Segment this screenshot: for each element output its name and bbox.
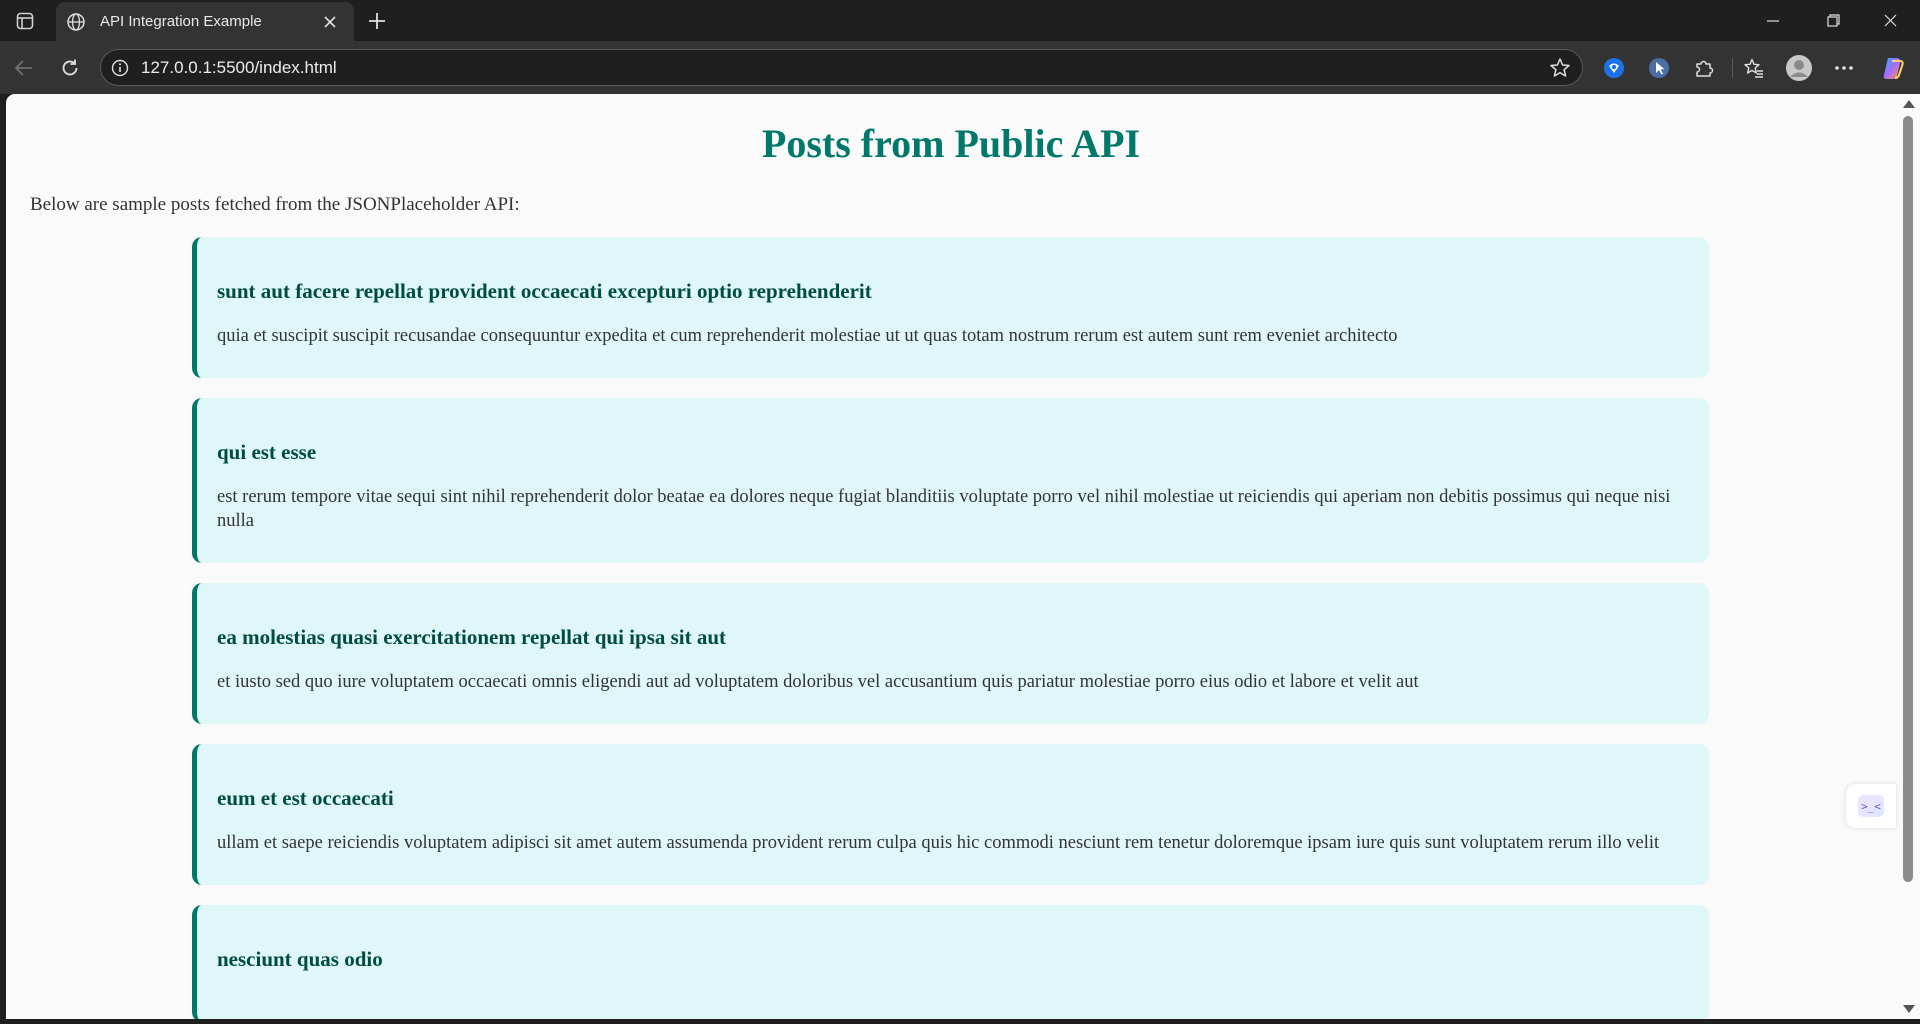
- new-tab-button[interactable]: [362, 6, 392, 36]
- post-body: est rerum tempore vitae sequi sint nihil…: [217, 487, 1671, 531]
- vertical-scrollbar[interactable]: [1896, 94, 1920, 1019]
- sidebar-widget-button[interactable]: >_<: [1846, 784, 1896, 828]
- restore-icon: [1826, 14, 1840, 27]
- active-tab[interactable]: API Integration Example: [56, 2, 354, 41]
- back-icon: [14, 60, 32, 76]
- minimize-icon: [1767, 19, 1779, 22]
- refresh-icon: [62, 59, 78, 76]
- code-icon: >_<: [1858, 795, 1884, 817]
- window-close-button[interactable]: [1867, 0, 1913, 41]
- extension-button-2[interactable]: [1641, 50, 1677, 86]
- tab-actions-button[interactable]: [10, 8, 40, 34]
- post-card: eum et est occaecati ullam et saepe reic…: [192, 744, 1709, 885]
- globe-icon: [67, 12, 85, 31]
- profile-icon: [1786, 55, 1812, 81]
- more-button[interactable]: [1826, 50, 1862, 86]
- post-card: qui est esse est rerum tempore vitae seq…: [192, 398, 1709, 563]
- puzzle-icon: [1696, 60, 1714, 77]
- post-card: sunt aut facere repellat provident occae…: [192, 237, 1709, 378]
- refresh-button[interactable]: [52, 50, 88, 86]
- favorites-icon: [1744, 58, 1763, 78]
- extensions-button[interactable]: [1686, 50, 1722, 86]
- profile-button[interactable]: [1781, 50, 1817, 86]
- page-title: Posts from Public API: [761, 121, 1141, 166]
- scrollbar-thumb[interactable]: [1903, 116, 1913, 882]
- window-close-icon: [1884, 14, 1896, 27]
- extension-button-1[interactable]: [1596, 50, 1632, 86]
- post-title: sunt aut facere repellat provident occae…: [217, 279, 872, 303]
- page-viewport: Posts from Public API Below are sample p…: [6, 94, 1896, 1019]
- post-title: qui est esse: [217, 440, 317, 464]
- copilot-button[interactable]: [1875, 50, 1911, 86]
- post-title: eum et est occaecati: [217, 786, 394, 810]
- post-body: ullam et saepe reiciendis voluptatem adi…: [217, 833, 1660, 853]
- tab-title: API Integration Example: [100, 13, 262, 30]
- intro-text: Below are sample posts fetched from the …: [30, 194, 520, 215]
- tab-close-button[interactable]: [318, 10, 342, 34]
- post-card: nesciunt quas odio: [192, 905, 1709, 1019]
- plus-icon: [369, 13, 385, 29]
- favorites-button[interactable]: [1736, 50, 1772, 86]
- tab-strip: API Integration Example: [0, 0, 1920, 41]
- scroll-down-arrow[interactable]: [1903, 1005, 1915, 1013]
- close-icon: [324, 15, 336, 28]
- toolbar-divider: [1732, 58, 1733, 78]
- post-title: ea molestias quasi exercitationem repell…: [217, 625, 727, 649]
- post-title: nesciunt quas odio: [217, 947, 383, 971]
- scroll-up-arrow[interactable]: [1903, 100, 1915, 108]
- address-bar[interactable]: 127.0.0.1:5500/index.html: [100, 49, 1583, 86]
- more-icon: [1835, 66, 1853, 70]
- tab-actions-icon: [16, 12, 34, 30]
- posts-list: sunt aut facere repellat provident occae…: [192, 237, 1709, 1019]
- post-body: et iusto sed quo iure voluptatem occaeca…: [217, 672, 1419, 692]
- extension-icon: [1604, 58, 1624, 78]
- favorite-button[interactable]: [1542, 50, 1578, 86]
- info-icon[interactable]: [111, 59, 129, 77]
- restore-button[interactable]: [1810, 0, 1856, 41]
- browser-toolbar: 127.0.0.1:5500/index.html: [0, 41, 1920, 94]
- back-button[interactable]: [6, 50, 42, 86]
- cursor-extension-icon: [1649, 58, 1669, 78]
- url-text[interactable]: 127.0.0.1:5500/index.html: [141, 58, 1542, 78]
- post-card: ea molestias quasi exercitationem repell…: [192, 583, 1709, 724]
- minimize-button[interactable]: [1750, 0, 1796, 41]
- copilot-icon: [1883, 58, 1904, 79]
- post-body: quia et suscipit suscipit recusandae con…: [217, 326, 1398, 346]
- star-icon: [1550, 57, 1570, 77]
